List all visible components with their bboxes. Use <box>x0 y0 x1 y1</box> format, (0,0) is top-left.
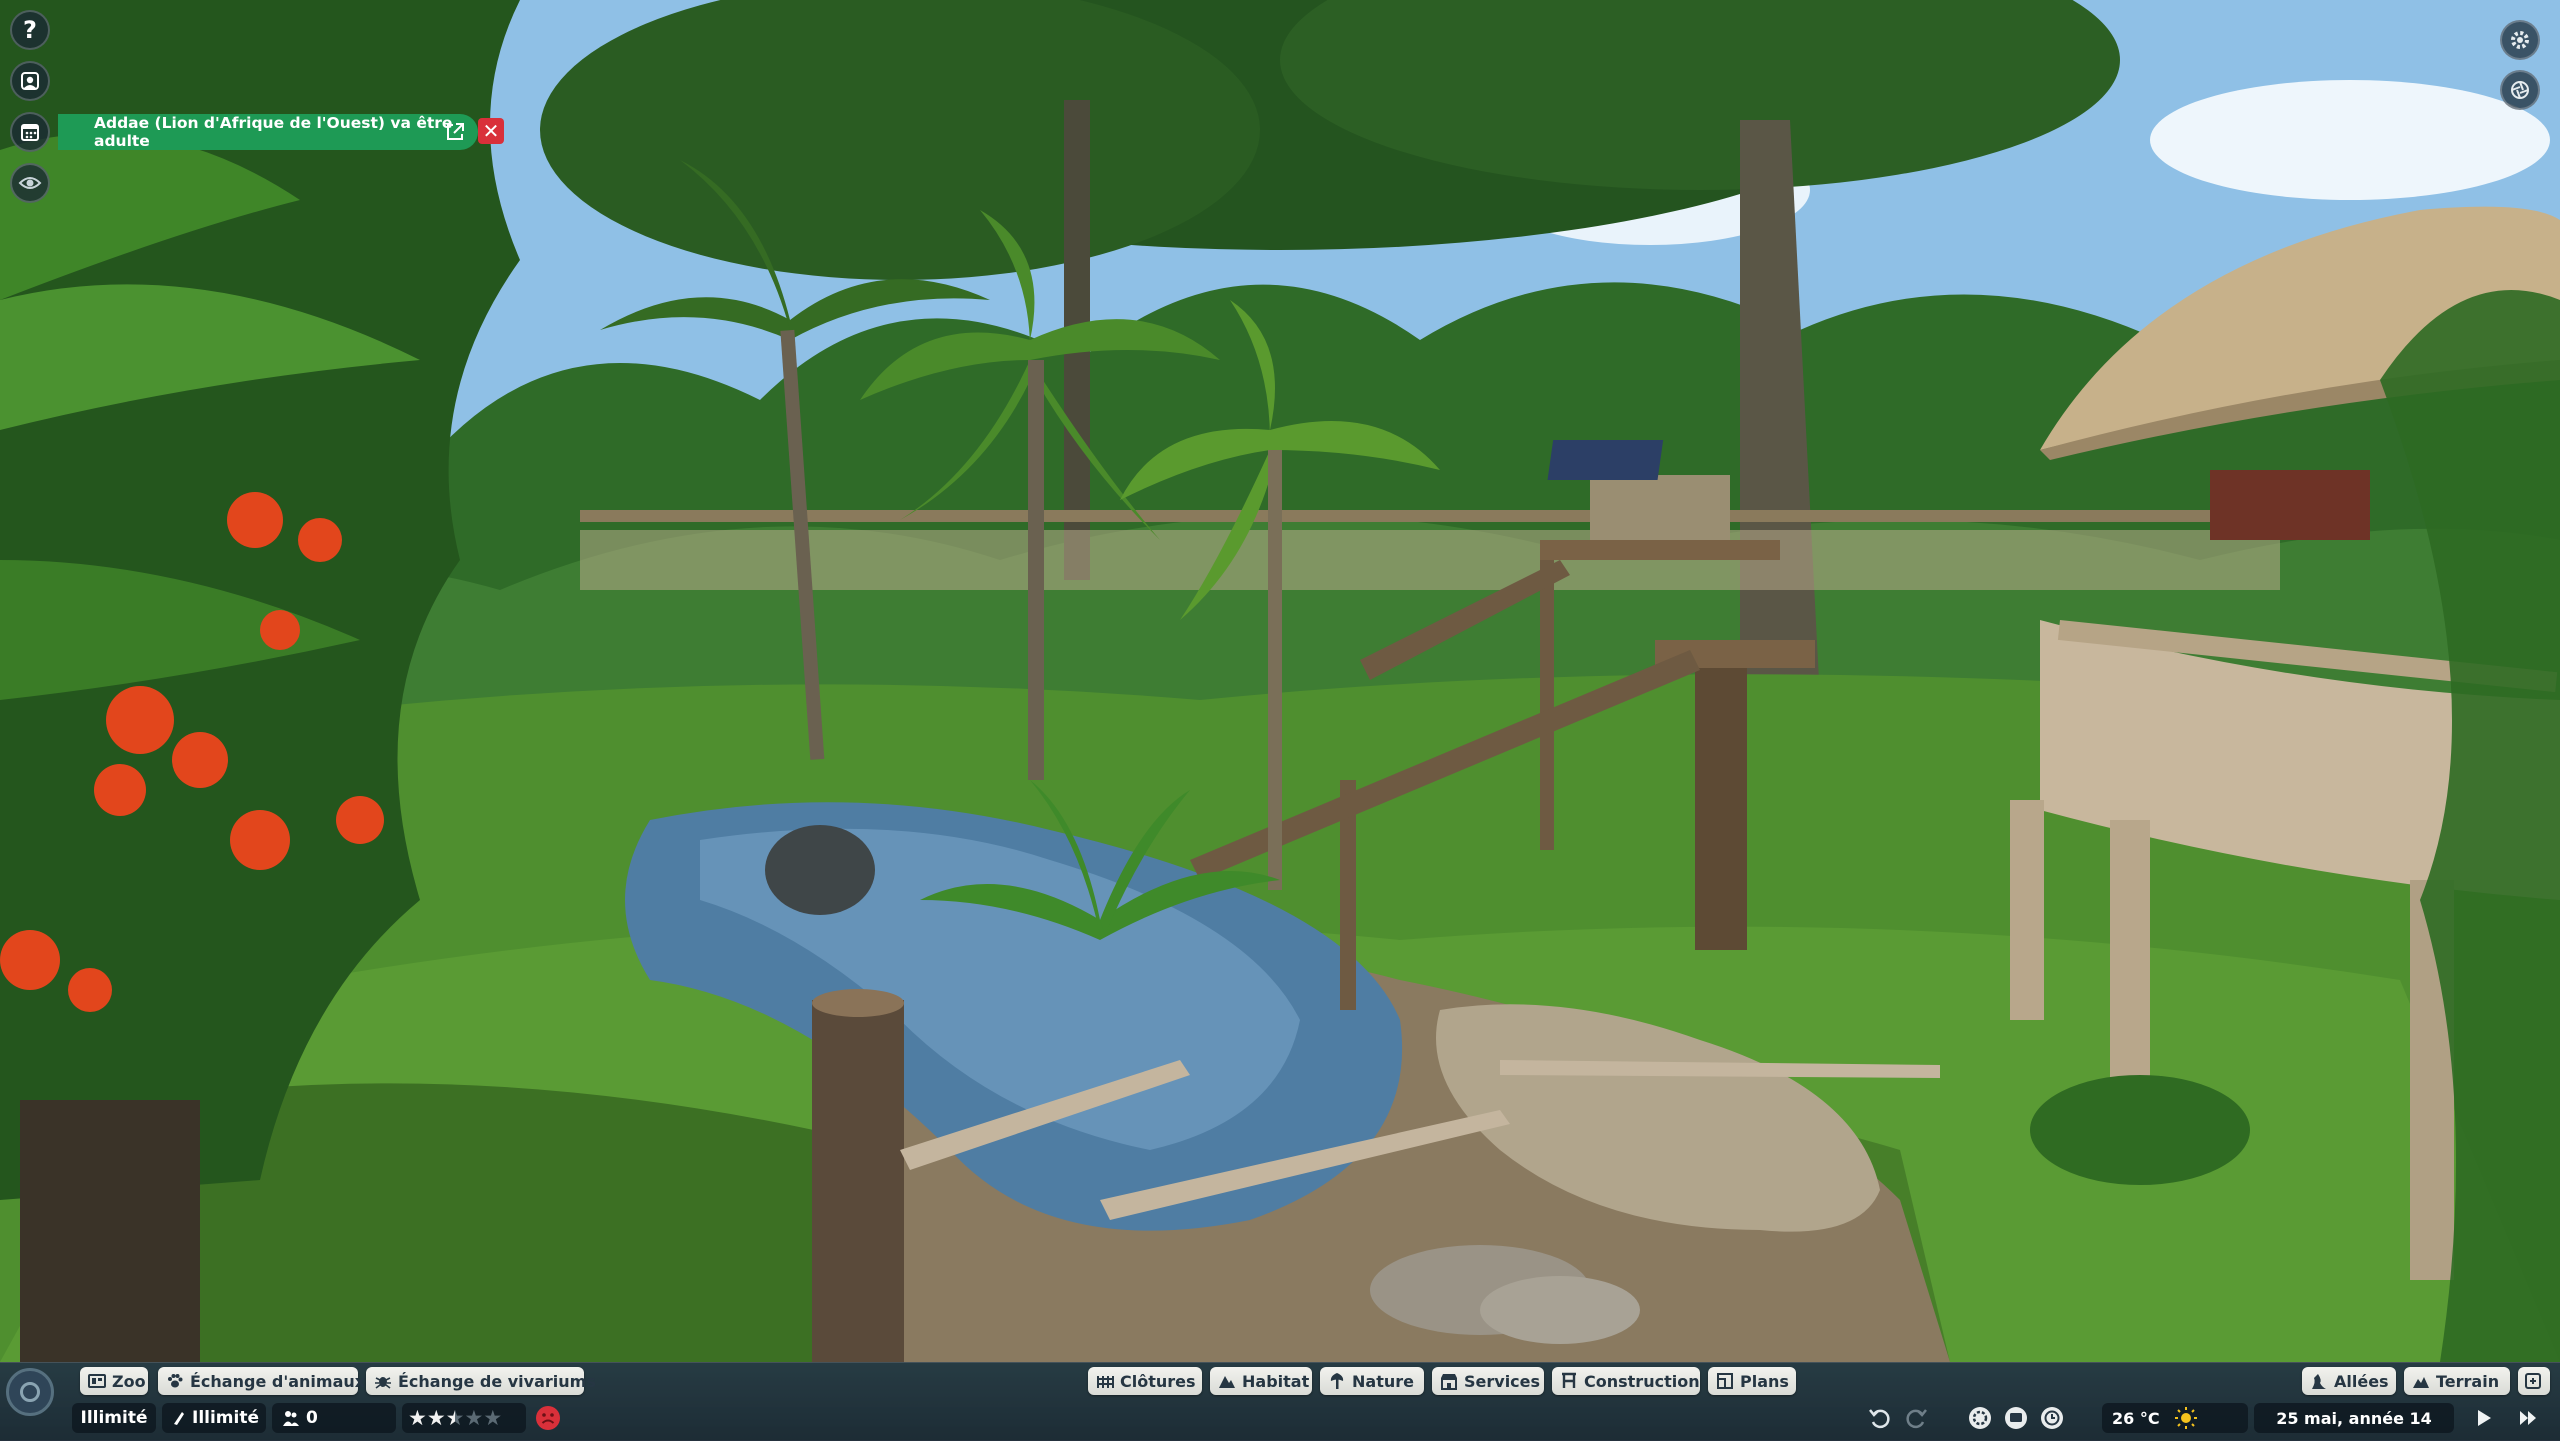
visual-toggle-button[interactable] <box>1966 1404 1994 1432</box>
calendar-icon <box>21 124 39 141</box>
settings-gear-icon <box>2511 31 2529 49</box>
terrain-icon <box>2412 1372 2430 1390</box>
fast-forward-button[interactable] <box>2514 1404 2542 1432</box>
close-icon: ✕ <box>482 119 500 143</box>
eye-icon <box>18 177 42 189</box>
settings-button[interactable] <box>2500 20 2540 60</box>
speed-toggle-button[interactable] <box>2038 1404 2066 1432</box>
visibility-button[interactable] <box>10 163 50 203</box>
tab-blueprints[interactable]: Plans <box>1708 1367 1796 1395</box>
star-half-icon: ★ <box>445 1405 465 1430</box>
guests-icon <box>282 1409 300 1427</box>
external-link-icon[interactable] <box>444 121 466 143</box>
star-empty-icon: ★ <box>483 1405 503 1430</box>
play-icon <box>2478 1410 2491 1426</box>
tab-paths[interactable]: Allées <box>2302 1367 2396 1395</box>
guest-count-value: 0 <box>306 1408 318 1428</box>
tab-terrain[interactable]: Terrain <box>2404 1367 2510 1395</box>
money-display[interactable]: Illimité <box>72 1403 156 1433</box>
tab-animal-exchange[interactable]: Échange d'animaux <box>158 1367 365 1395</box>
tab-services[interactable]: Services <box>1432 1367 1544 1395</box>
jungle-habitat-scene <box>0 0 2560 1362</box>
zookeeper-icon <box>21 72 39 90</box>
guest-count-display[interactable]: 0 <box>272 1403 396 1433</box>
tab-construction[interactable]: Construction <box>1552 1367 1700 1395</box>
bug-icon <box>374 1372 392 1390</box>
help-button[interactable]: ? <box>10 10 50 50</box>
paw-icon <box>166 1372 184 1390</box>
temperature-value: 26 °C <box>2112 1408 2160 1428</box>
path-icon <box>2310 1372 2328 1390</box>
help-icon: ? <box>23 16 37 44</box>
star-icon: ★ <box>408 1405 427 1430</box>
weather-display[interactable]: 26 °C <box>2102 1403 2248 1433</box>
fast-forward-icon <box>2520 1411 2536 1425</box>
heatmap-icon <box>1969 1407 1991 1429</box>
tab-vivarium-exchange[interactable]: Échange de vivariums <box>366 1367 596 1395</box>
research-value: Illimité <box>192 1408 260 1428</box>
construction-icon <box>1560 1372 1578 1390</box>
redo-icon <box>1906 1409 1927 1429</box>
fence-icon <box>1096 1372 1114 1390</box>
calendar-button[interactable] <box>10 112 50 152</box>
star-icon: ★ <box>426 1405 446 1430</box>
sun-icon <box>2174 1407 2197 1429</box>
money-value: Illimité <box>80 1408 148 1428</box>
notification-close-button[interactable]: ✕ <box>478 118 504 144</box>
photo-mode-button[interactable] <box>2500 70 2540 110</box>
zookeeper-button[interactable] <box>10 61 50 101</box>
habitat-icon <box>1218 1372 1236 1390</box>
screen-icon <box>2005 1407 2027 1429</box>
undo-button[interactable] <box>1866 1404 1894 1432</box>
clock-icon <box>2041 1407 2063 1429</box>
star-empty-icon: ★ <box>464 1405 484 1430</box>
sad-face-icon <box>536 1406 560 1430</box>
date-value: 25 mai, année 14 <box>2276 1408 2432 1428</box>
tree-icon <box>1328 1372 1346 1390</box>
game-viewport[interactable] <box>0 0 2560 1440</box>
date-display[interactable]: 25 mai, année 14 <box>2254 1403 2454 1433</box>
blueprint-icon <box>1716 1372 1734 1390</box>
notification-banner[interactable]: Addae (Lion d'Afrique de l'Ouest) va êtr… <box>58 114 478 150</box>
redo-button[interactable] <box>1902 1404 1930 1432</box>
tab-zoo[interactable]: Zoo <box>80 1367 148 1395</box>
shop-icon <box>1440 1372 1458 1390</box>
collapse-icon <box>2525 1373 2541 1389</box>
tab-habitat[interactable]: Habitat <box>1210 1367 1312 1395</box>
zoo-happiness-indicator[interactable] <box>534 1404 562 1432</box>
photo-mode-icon <box>2511 81 2529 99</box>
notification-text: Addae (Lion d'Afrique de l'Ouest) va êtr… <box>94 114 453 150</box>
zoo-icon <box>88 1372 106 1390</box>
undo-icon <box>1869 1409 1890 1429</box>
play-speed-button[interactable] <box>2470 1404 2498 1432</box>
zoo-overview-button[interactable] <box>6 1368 54 1416</box>
tab-nature[interactable]: Nature <box>1320 1367 1424 1395</box>
overlay-toggle-button[interactable] <box>2002 1404 2030 1432</box>
zoo-rating-stars[interactable]: ★ ★ ★ ★ ★ <box>402 1403 526 1433</box>
research-display[interactable]: Illimité <box>162 1403 266 1433</box>
tab-fences[interactable]: Clôtures <box>1088 1367 1202 1395</box>
collapse-toolbar-button[interactable] <box>2518 1367 2550 1395</box>
research-icon <box>172 1410 186 1426</box>
